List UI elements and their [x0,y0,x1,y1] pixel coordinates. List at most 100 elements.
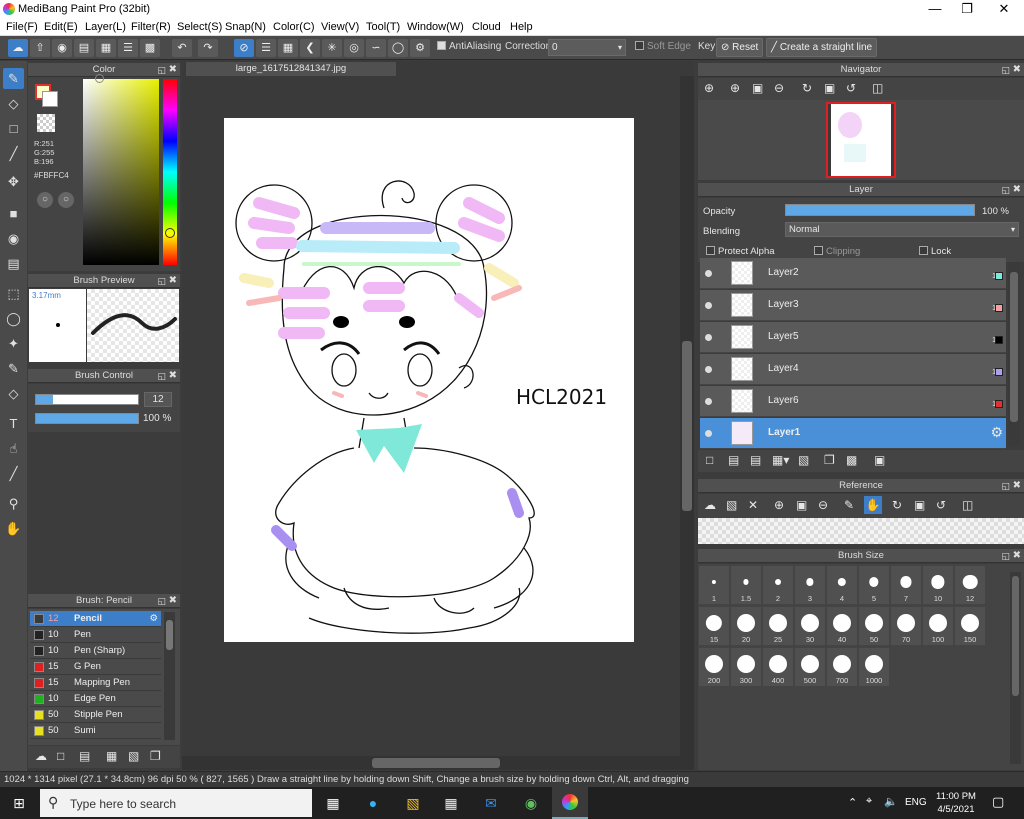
brush-item-sumi[interactable]: 50 Sumi [30,723,161,739]
close-icon[interactable]: ✖ [169,274,177,288]
comment-icon[interactable]: ◉ [52,39,72,57]
brush-size-option[interactable]: 12 [955,566,985,604]
menu-filter[interactable]: Filter(R) [131,21,171,33]
layer-row-selected[interactable]: Layer1 ⚙ [700,418,1006,449]
protect-alpha-checkbox[interactable]: Protect Alpha [706,246,775,257]
search-box[interactable]: ⚲ Type here to search [40,789,312,817]
rotate-icon[interactable]: ↻ [802,81,812,95]
move-tool-icon[interactable]: ✥ [3,171,24,192]
menu-snap[interactable]: Snap(N) [225,21,266,33]
brush-size-option[interactable]: 4 [827,566,857,604]
redo-icon[interactable]: ↷ [198,39,218,57]
medibang-pro-taskbar-button[interactable] [552,787,588,819]
vertical-scrollbar[interactable] [680,76,694,756]
gear-icon[interactable]: ⚙ [149,611,158,627]
circle-snap-icon[interactable]: ◯ [388,39,408,57]
language-indicator[interactable]: ENG [905,797,927,808]
radial-snap-icon[interactable]: ✳ [322,39,342,57]
layer-row[interactable]: Layer61 [700,386,1006,417]
text-tool-icon[interactable]: T [3,413,24,434]
hand-tool-icon[interactable]: ✋ [3,518,24,539]
palette-icon[interactable]: ○ [37,192,53,208]
eyedropper-icon[interactable]: ✎ [844,498,854,512]
brush-list-scrollbar[interactable] [164,612,175,740]
operation-tool-icon[interactable]: ☝ [3,438,24,459]
palette-add-icon[interactable]: ○ [58,192,74,208]
brush-size-option[interactable]: 10 [923,566,953,604]
undo-icon[interactable]: ↶ [172,39,192,57]
layer-row[interactable]: Layer41 [700,354,1006,385]
background-swatch[interactable] [42,91,58,107]
fill-rect-tool-icon[interactable]: ■ [3,203,24,224]
new-layer-icon[interactable]: □ [706,453,713,467]
reference-view[interactable] [698,518,1024,544]
eyedropper-tool-icon[interactable]: ⚲ [3,493,24,514]
hue-handle[interactable] [165,228,175,238]
close-button[interactable]: ✕ [987,0,1021,18]
parallel-snap-icon[interactable]: ☰ [256,39,276,57]
navigator-view[interactable] [698,100,1024,180]
pen-tool-icon[interactable]: ╱ [3,143,24,164]
menu-color[interactable]: Color(C) [273,21,315,33]
select-pen-tool-icon[interactable]: ✎ [3,358,24,379]
antialiasing-checkbox[interactable]: AntiAliasing [437,41,501,52]
menu-edit[interactable]: Edit(E) [44,21,78,33]
brush-size-option[interactable]: 40 [827,607,857,645]
layer-scrollbar[interactable] [1008,262,1020,446]
zoom-fit-icon[interactable]: ⊕ [704,81,714,95]
snap-off-icon[interactable]: ⊘ [234,39,254,57]
fit-window-icon[interactable]: ▣ [914,498,925,512]
cloud-icon[interactable]: ☁ [8,39,28,57]
flip-icon[interactable]: ◫ [962,498,973,512]
lock-checkbox[interactable]: Lock [919,246,951,257]
soft-edge-checkbox[interactable]: Soft Edge [635,41,691,52]
canvas-paper[interactable]: HCL2021 [224,118,634,642]
brush-item-g-pen[interactable]: 15 G Pen [30,659,161,675]
close-reference-icon[interactable]: ✕ [748,498,758,512]
brush-size-option[interactable]: 5 [859,566,889,604]
zoom-in-icon[interactable]: ⊕ [774,498,784,512]
divide-tool-icon[interactable]: ╱ [3,463,24,484]
hand-icon[interactable]: ✋ [864,496,882,514]
reset-button[interactable]: ⊘ Reset [716,38,764,57]
menu-select[interactable]: Select(S) [177,21,222,33]
brush-size-slider[interactable] [35,394,139,405]
add-layer-menu-icon[interactable]: ▦▾ [772,453,789,467]
clock[interactable]: 11:00 PM 4/5/2021 [932,790,980,816]
gear-icon[interactable]: ⚙ [990,424,1003,441]
close-icon[interactable]: ✖ [169,63,177,77]
chevron-up-icon[interactable]: ⌃ [848,796,857,809]
windows-start-icon[interactable]: ⊞ [8,792,30,814]
gradient-tool-icon[interactable]: ▤ [3,253,24,274]
share-icon[interactable]: ⇧ [30,39,50,57]
menu-view[interactable]: View(V) [321,21,359,33]
edge-icon[interactable]: ● [362,792,384,814]
brush-size-option[interactable]: 1000 [859,648,889,686]
layer-row[interactable]: Layer21 [700,258,1006,289]
document-tab[interactable]: large_1617512841347.jpg [186,62,396,76]
brush-size-option[interactable]: 200 [699,648,729,686]
eye-icon[interactable] [705,270,712,277]
brush-size-option[interactable]: 70 [891,607,921,645]
new-halftone-layer-icon[interactable]: ▤ [728,453,739,467]
cross-snap-icon[interactable]: ▦ [278,39,298,57]
brush-tool-icon[interactable]: ✎ [3,68,24,89]
medibang-icon[interactable]: ◉ [520,792,542,814]
vanishing-snap-icon[interactable]: ❮ [300,39,320,57]
brush-item-edge-pen[interactable]: 10 Edge Pen [30,691,161,707]
menu-layer[interactable]: Layer(L) [85,21,126,33]
fit-icon[interactable]: ▣ [796,498,807,512]
close-icon[interactable]: ✖ [169,594,177,608]
select-eraser-tool-icon[interactable]: ◇ [3,383,24,404]
folder-icon[interactable]: ▧ [128,749,139,763]
rotate-reset-icon[interactable]: ↺ [846,81,856,95]
menu-help[interactable]: Help [510,21,533,33]
new-8bit-layer-icon[interactable]: ▤ [750,453,761,467]
brush-item-mapping-pen[interactable]: 15 Mapping Pen [30,675,161,691]
brush-item-stipple-pen[interactable]: 50 Stipple Pen [30,707,161,723]
brush-item-pen[interactable]: 10 Pen [30,627,161,643]
layer-opacity-slider[interactable] [785,204,975,216]
close-icon[interactable]: ✖ [1013,183,1021,197]
close-icon[interactable]: ✖ [1013,479,1021,493]
open-folder-icon[interactable]: ▧ [726,498,737,512]
